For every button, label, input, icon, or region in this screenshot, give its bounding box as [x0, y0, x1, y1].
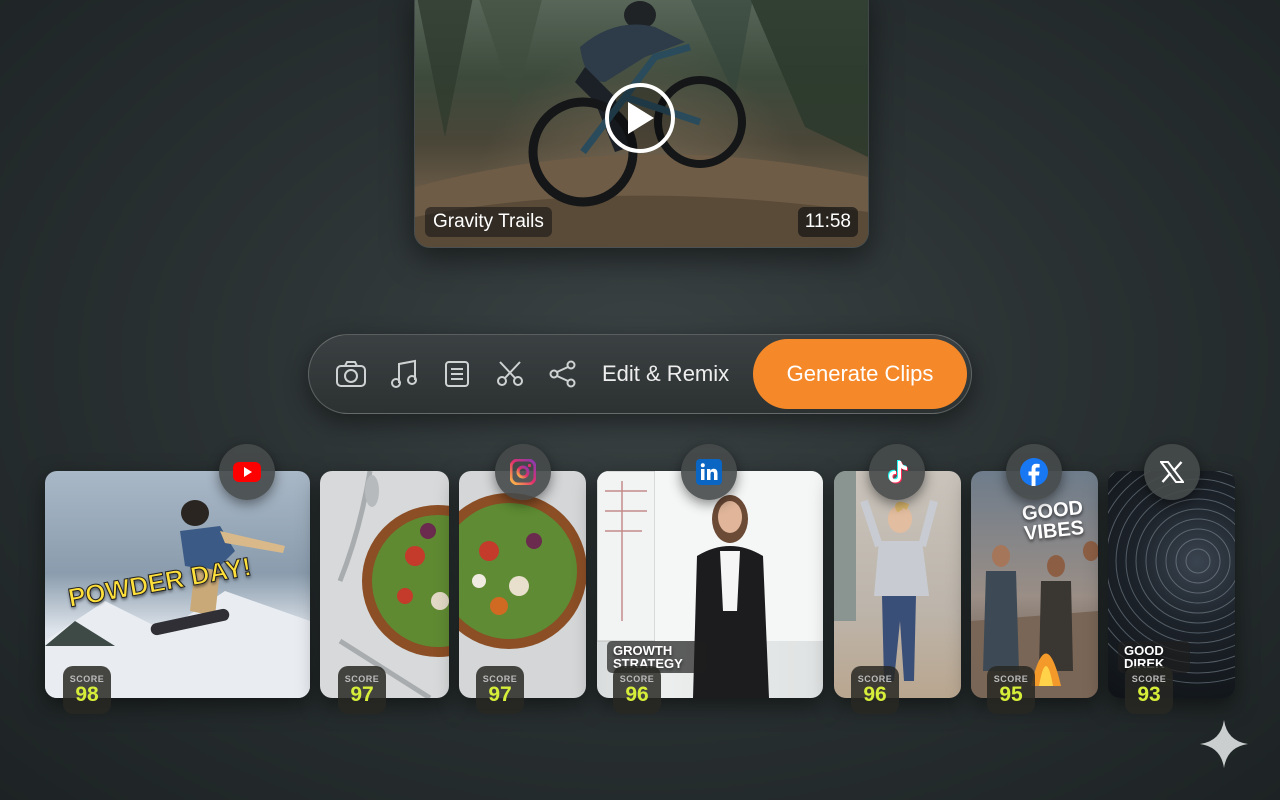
share-icon[interactable]: [545, 356, 581, 392]
score-value: 95: [999, 682, 1023, 706]
score-badge: SCORE 97: [476, 666, 524, 714]
score-badge: SCORE 93: [1125, 666, 1173, 714]
score-value: 93: [1137, 682, 1161, 706]
score-badge: SCORE 96: [851, 666, 899, 714]
clip-caption: GOOD VIBES: [1020, 496, 1086, 546]
clip-thumbnail: [834, 471, 938, 681]
sparkle-icon: [1198, 718, 1250, 775]
score-value: 97: [350, 682, 374, 706]
score-badge: SCORE 96: [613, 666, 661, 714]
clip-card[interactable]: [459, 471, 586, 698]
music-note-icon[interactable]: [386, 356, 422, 392]
score-value: 98: [75, 682, 99, 706]
clip-card[interactable]: GOOD DIREK: [1108, 471, 1235, 698]
video-title: Gravity Trails: [425, 207, 552, 237]
x-icon[interactable]: [1144, 444, 1200, 500]
play-button[interactable]: [605, 83, 675, 153]
clip-card[interactable]: [320, 471, 449, 698]
edit-remix-button[interactable]: Edit & Remix: [602, 361, 729, 387]
clip-card[interactable]: [834, 471, 961, 698]
clip-card[interactable]: POWDER DAY!: [45, 471, 310, 698]
action-toolbar: Edit & Remix Generate Clips: [308, 334, 972, 414]
play-icon: [628, 102, 654, 134]
source-video-card[interactable]: Gravity Trails 11:58: [414, 0, 869, 248]
youtube-icon[interactable]: [219, 444, 275, 500]
document-icon[interactable]: [439, 356, 475, 392]
generate-clips-button[interactable]: Generate Clips: [753, 339, 967, 409]
facebook-icon[interactable]: [1006, 444, 1062, 500]
video-duration: 11:58: [797, 207, 858, 237]
score-value: 96: [863, 682, 887, 706]
instagram-icon[interactable]: [495, 444, 551, 500]
clip-thumbnail: [459, 493, 586, 649]
linkedin-icon[interactable]: [681, 444, 737, 500]
score-badge: SCORE 98: [63, 666, 111, 714]
clip-card[interactable]: GROWTH STRATEGY: [597, 471, 823, 698]
score-value: 97: [488, 682, 512, 706]
score-badge: SCORE 95: [987, 666, 1035, 714]
score-value: 96: [625, 682, 649, 706]
scissors-icon[interactable]: [492, 356, 528, 392]
camera-icon[interactable]: [333, 356, 369, 392]
clip-card[interactable]: GOOD VIBES: [971, 471, 1098, 698]
score-badge: SCORE 97: [338, 666, 386, 714]
clip-thumbnail: [337, 471, 449, 698]
tiktok-icon[interactable]: [869, 444, 925, 500]
